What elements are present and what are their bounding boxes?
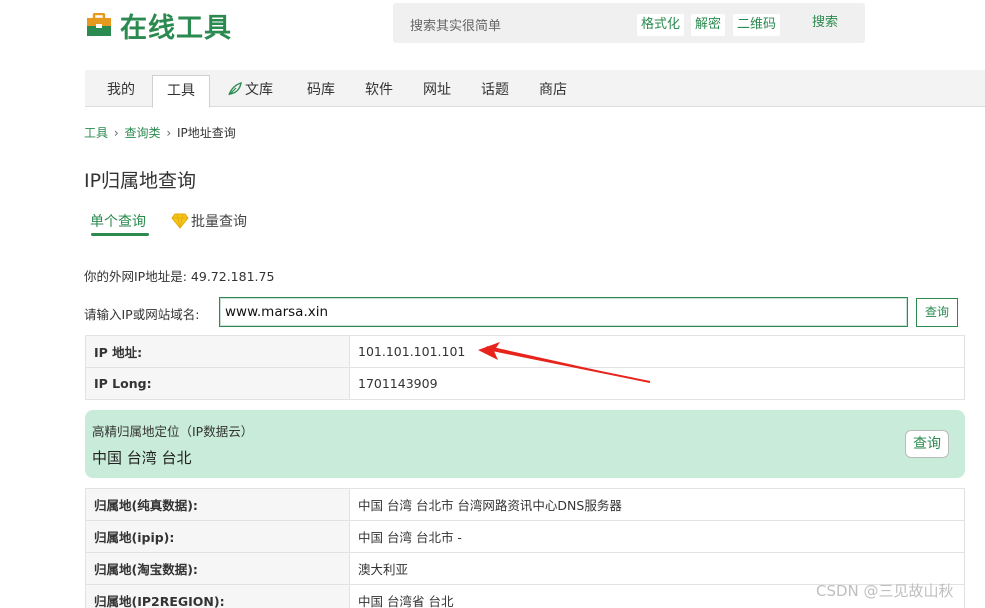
search-input[interactable]: 搜索其实很简单 (410, 15, 501, 34)
breadcrumb: 工具 › 查询类 › IP地址查询 (84, 124, 236, 141)
nav-item-library-label: 文库 (245, 82, 273, 98)
query-button[interactable]: 查询 (916, 298, 958, 327)
ip-long-value: 1701143909 (349, 367, 965, 400)
toolbox-icon (86, 12, 112, 37)
ip-input-label: 请输入IP或网站域名: (84, 307, 200, 322)
site-logo[interactable]: 在线工具 (86, 8, 232, 44)
nav-item-store[interactable]: 商店 (539, 70, 567, 107)
diamond-icon (171, 213, 189, 229)
nav-item-code[interactable]: 码库 (307, 70, 335, 107)
high-precision-title: 高精归属地定位（IP数据云） (92, 424, 254, 439)
breadcrumb-tools[interactable]: 工具 (84, 126, 108, 140)
nav-item-tools[interactable]: 工具 (152, 75, 210, 108)
nav-item-library[interactable]: 文库 (227, 70, 273, 107)
nav-item-topics[interactable]: 话题 (481, 70, 509, 107)
ip-address-value: 101.101.101.101 (349, 335, 965, 368)
tab-batch-label: 批量查询 (191, 214, 247, 230)
main-nav: 我的 工具 文库 码库 软件 网址 话题 商店 (85, 70, 985, 108)
watermark: CSDN @三见故山秋 (816, 582, 954, 600)
breadcrumb-current: IP地址查询 (176, 126, 236, 140)
breadcrumb-query[interactable]: 查询类 (124, 126, 160, 140)
breadcrumb-separator: › (113, 126, 119, 140)
tab-single-query[interactable]: 单个查询 (90, 211, 146, 231)
location-key: 归属地(ipip): (85, 520, 350, 553)
location-key: 归属地(淘宝数据): (85, 552, 350, 585)
my-ip-value: 49.72.181.75 (190, 269, 275, 284)
leaf-icon (227, 73, 243, 96)
my-ip-label: 你的外网IP地址是: (84, 269, 187, 284)
chip-format[interactable]: 格式化 (637, 14, 685, 36)
table-row: 归属地(纯真数据): 中国 台湾 台北市 台湾网路资讯中心DNS服务器 (85, 488, 965, 521)
logo-text: 在线工具 (120, 12, 232, 44)
chip-decrypt[interactable]: 解密 (691, 14, 726, 36)
active-tab-underline (91, 233, 149, 236)
nav-item-mine[interactable]: 我的 (107, 70, 135, 107)
breadcrumb-separator: › (166, 126, 172, 140)
location-key: 归属地(纯真数据): (85, 488, 350, 521)
chip-qrcode[interactable]: 二维码 (733, 14, 781, 36)
tab-batch-query[interactable]: 批量查询 (171, 211, 247, 231)
ip-domain-input[interactable] (219, 297, 908, 327)
table-row: IP Long: 1701143909 (85, 367, 965, 400)
my-ip-line: 你的外网IP地址是: 49.72.181.75 (84, 266, 274, 285)
location-key: 归属地(IP2REGION): (85, 584, 350, 608)
high-precision-panel: 高精归属地定位（IP数据云） 中国 台湾 台北 查询 (85, 410, 965, 478)
high-precision-query-button[interactable]: 查询 (905, 430, 949, 458)
page-title: IP归属地查询 (84, 170, 197, 192)
ip-long-key: IP Long: (85, 367, 350, 400)
high-precision-location: 中国 台湾 台北 (92, 449, 192, 467)
ip-basic-table: IP 地址: 101.101.101.101 IP Long: 17011439… (85, 335, 965, 400)
table-row: IP 地址: 101.101.101.101 (85, 335, 965, 368)
location-value: 中国 台湾 台北市 - (349, 520, 965, 553)
nav-item-links[interactable]: 网址 (423, 70, 451, 107)
table-row: 归属地(ipip): 中国 台湾 台北市 - (85, 520, 965, 553)
nav-item-software[interactable]: 软件 (365, 70, 393, 107)
location-value: 中国 台湾 台北市 台湾网路资讯中心DNS服务器 (349, 488, 965, 521)
search-button[interactable]: 搜索 (790, 3, 860, 43)
ip-address-key: IP 地址: (85, 335, 350, 368)
